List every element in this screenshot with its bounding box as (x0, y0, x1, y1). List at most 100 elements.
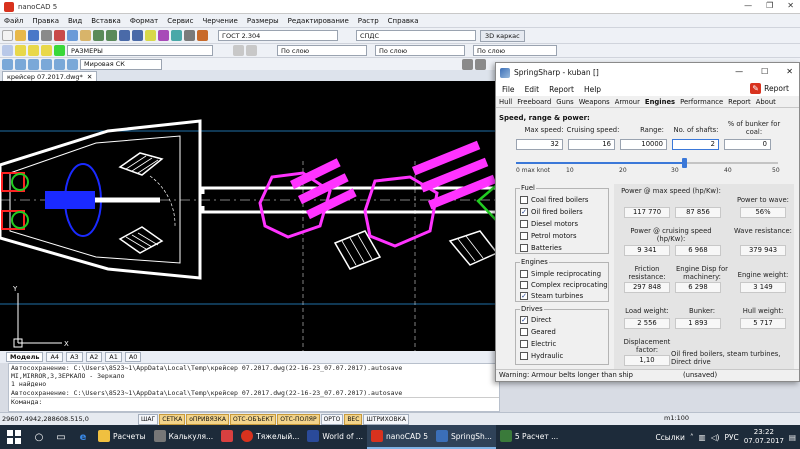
checkbox-box[interactable] (520, 232, 528, 240)
layer-previous-icon[interactable] (233, 45, 244, 56)
taskbar-app-mail[interactable] (217, 425, 237, 449)
checkbox-box[interactable] (520, 196, 528, 204)
tab-report[interactable]: Report (728, 98, 751, 106)
layer-state-icon[interactable] (246, 45, 257, 56)
close-icon[interactable]: ✕ (786, 67, 793, 76)
otrack-toggle[interactable]: ОТС-ОБЪЕКТ (230, 413, 277, 425)
cruising-speed-input[interactable]: 16 (568, 139, 615, 150)
drawing-canvas[interactable]: Y X (0, 81, 497, 351)
report-button[interactable]: ✎ Report (750, 83, 789, 94)
undo-icon[interactable] (93, 30, 104, 41)
menu-help[interactable]: Help (584, 85, 601, 94)
paste-icon[interactable] (80, 30, 91, 41)
tab-hull[interactable]: Hull (499, 98, 512, 106)
new-file-icon[interactable] (2, 30, 13, 41)
scale-indicator[interactable]: m1:100 (664, 414, 689, 422)
start-button[interactable] (0, 425, 28, 449)
layer-combo[interactable]: РАЗМЕРЫ (67, 45, 213, 56)
checkbox-box[interactable] (520, 220, 528, 228)
match-icon[interactable] (171, 30, 182, 41)
menu-item-edit[interactable]: Правка (32, 17, 59, 25)
ucs-face-icon[interactable] (41, 58, 52, 70)
command-input[interactable]: Команда: (11, 396, 499, 406)
task-view-icon[interactable]: ▭ (50, 425, 72, 449)
lineweight-combo[interactable]: По слою (473, 45, 557, 56)
tab-about[interactable]: About (756, 98, 776, 106)
menu-file[interactable]: File (502, 85, 515, 94)
shafts-input[interactable]: 2 (672, 139, 719, 150)
zoom-icon[interactable] (119, 30, 130, 41)
maximize-icon[interactable]: ❐ (766, 1, 773, 10)
pan-icon[interactable] (132, 30, 143, 41)
checkbox-box[interactable] (520, 270, 528, 278)
close-icon[interactable]: ✕ (787, 1, 794, 10)
checkbox-box[interactable] (520, 352, 528, 360)
grid-icon[interactable] (475, 58, 486, 70)
linetype-combo[interactable]: По слою (375, 45, 465, 56)
ucs-object-icon[interactable] (28, 58, 39, 70)
3d-wireframe-button[interactable]: 3D каркас (480, 29, 525, 42)
checkbox-oil[interactable]: ✓ Oil fired boilers (520, 208, 583, 216)
network-icon[interactable]: ▥ (699, 433, 706, 442)
open-folder-icon[interactable] (15, 30, 26, 41)
maximize-icon[interactable]: ☐ (761, 67, 768, 76)
taskbar-app-opera[interactable]: Тяжелый... (237, 425, 303, 449)
max-speed-input[interactable]: 32 (516, 139, 563, 150)
text-style-combo[interactable]: ГОСТ 2.304 (218, 30, 338, 41)
checkbox-diesel[interactable]: Diesel motors (520, 220, 578, 228)
snap-toggle[interactable]: ШАГ (138, 413, 159, 425)
ortho-toggle[interactable]: ОРТО (320, 413, 344, 425)
close-tab-icon[interactable]: ✕ (87, 73, 92, 81)
clock[interactable]: 23:22 07.07.2017 (744, 428, 784, 446)
checkbox-direct[interactable]: ✓ Direct (520, 316, 551, 324)
tab-guns[interactable]: Guns (556, 98, 573, 106)
measure-icon[interactable] (184, 30, 195, 41)
minimize-icon[interactable]: — (744, 1, 752, 10)
taskbar-app-nanocad[interactable]: nanoCAD 5 (367, 425, 433, 449)
menu-report[interactable]: Report (549, 85, 574, 94)
layers-icon[interactable] (158, 30, 169, 41)
polar-toggle[interactable]: ОТС-ПОЛЯР (277, 413, 320, 425)
menu-item-raster[interactable]: Растр (358, 17, 379, 25)
menu-item-help[interactable]: Справка (388, 17, 419, 25)
ucs-origin-icon[interactable] (67, 58, 78, 70)
checkbox-box[interactable] (520, 328, 528, 336)
range-input[interactable]: 10000 (620, 139, 667, 150)
save-icon[interactable] (28, 30, 39, 41)
taskbar-app-springsharp[interactable]: SpringSh... (432, 425, 496, 449)
menu-item-format[interactable]: Формат (130, 17, 158, 25)
copy-icon[interactable] (67, 30, 78, 41)
taskbar-app-calculator[interactable]: Калькуля... (150, 425, 218, 449)
redo-icon[interactable] (106, 30, 117, 41)
menu-edit[interactable]: Edit (525, 85, 540, 94)
edge-icon[interactable]: e (72, 425, 94, 449)
checkbox-steam-turbines[interactable]: ✓ Steam turbines (520, 292, 583, 300)
checkbox-petrol[interactable]: Petrol motors (520, 232, 577, 240)
osnap-toggle[interactable]: оПРИВЯЗКА (186, 413, 229, 425)
tab-armour[interactable]: Armour (615, 98, 640, 106)
cut-icon[interactable] (54, 30, 65, 41)
menu-item-draw[interactable]: Черчение (202, 17, 237, 25)
search-icon[interactable]: ○ (28, 425, 50, 449)
links-toolbar[interactable]: Ссылки (655, 433, 684, 442)
speed-slider[interactable]: 0 max knot 10 20 30 40 50 (516, 156, 780, 174)
taskbar-app-spreadsheet[interactable]: 5 Расчет ... (496, 425, 562, 449)
minimize-icon[interactable]: — (735, 67, 743, 76)
language-indicator[interactable]: РУС (724, 433, 738, 442)
checkbox-box[interactable]: ✓ (520, 292, 528, 300)
properties-icon[interactable] (145, 30, 156, 41)
layer-lock-icon[interactable] (41, 45, 52, 56)
checkbox-box[interactable] (520, 244, 528, 252)
layer-freeze-icon[interactable] (28, 45, 39, 56)
checkbox-box[interactable]: ✓ (520, 316, 528, 324)
render-icon[interactable] (197, 30, 208, 41)
tab-performance[interactable]: Performance (680, 98, 723, 106)
print-icon[interactable] (41, 30, 52, 41)
checkbox-geared[interactable]: Geared (520, 328, 556, 336)
checkbox-batteries[interactable]: Batteries (520, 244, 562, 252)
dim-style-combo[interactable]: СПДС (356, 30, 476, 41)
menu-item-insert[interactable]: Вставка (91, 17, 121, 25)
checkbox-coal[interactable]: Coal fired boilers (520, 196, 588, 204)
menu-item-file[interactable]: Файл (4, 17, 23, 25)
bunker-coal-input[interactable]: 0 (724, 139, 771, 150)
